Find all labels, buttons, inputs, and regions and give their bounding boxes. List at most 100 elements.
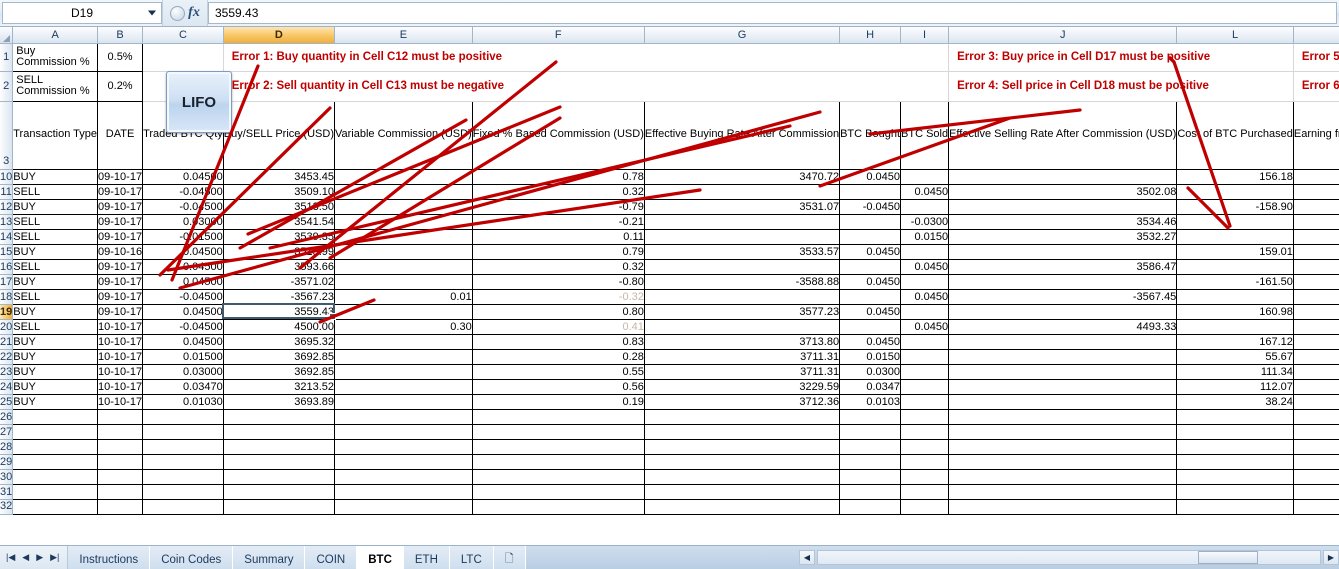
cell-E25[interactable] (334, 393, 473, 410)
cell-H28[interactable] (839, 438, 902, 455)
column-header-I[interactable]: I (900, 27, 950, 44)
cell-B18[interactable]: 09-10-17 (97, 288, 144, 305)
cell-G26[interactable] (643, 408, 841, 425)
row-header-21[interactable]: 21 (0, 334, 14, 350)
cell-M21[interactable] (1292, 333, 1339, 350)
cell-A2-sell-commission-label[interactable]: SELL Commission % (12, 70, 99, 102)
cell-E14[interactable] (334, 228, 473, 245)
cell-M29[interactable] (1292, 453, 1339, 470)
cell-M19[interactable] (1292, 303, 1339, 320)
cell-H21[interactable]: 0.0450 (839, 333, 902, 350)
cell-I14[interactable]: 0.0150 (900, 228, 950, 245)
cell-H14[interactable] (839, 228, 902, 245)
cell-H18[interactable] (839, 288, 902, 305)
chevron-down-icon[interactable] (148, 10, 156, 16)
cell-D24[interactable]: 3213.52 (222, 378, 336, 395)
cell-E11[interactable] (334, 183, 473, 200)
header-date[interactable]: DATE (97, 100, 144, 170)
scrollbar-thumb[interactable] (1198, 550, 1258, 564)
cell-A30[interactable] (12, 468, 99, 485)
cell-D16[interactable]: 3593.66 (222, 258, 336, 275)
cell-A27[interactable] (12, 423, 99, 440)
header-variable-commission[interactable]: Variable Commission (USD) (334, 100, 473, 170)
cell-C32[interactable] (142, 498, 224, 515)
cell-J21[interactable] (948, 333, 1178, 350)
cell-F26[interactable] (471, 408, 645, 425)
cell-M16[interactable]: 161.39 (1292, 258, 1339, 275)
column-header-M[interactable]: M (1293, 27, 1339, 44)
cell-J17[interactable] (948, 273, 1178, 290)
cell-C24[interactable]: 0.03470 (142, 378, 224, 395)
name-box[interactable]: D19 (2, 2, 162, 24)
cell-B11[interactable]: 09-10-17 (97, 183, 144, 200)
row-header-14[interactable]: 14 (0, 229, 14, 245)
cell-G25[interactable]: 3712.36 (643, 393, 841, 410)
row-header-12[interactable]: 12 (0, 199, 14, 215)
cell-M18[interactable]: -160.54 (1292, 288, 1339, 305)
empty-row[interactable]: 26 (0, 408, 1339, 425)
insert-function-circle-icon[interactable] (170, 5, 186, 21)
table-row[interactable]: 15 BUY 09-10-16 0.04500 3515.99 0.79 3533.57 0.… (0, 243, 1339, 260)
cell-E26[interactable] (334, 408, 473, 425)
header-effective-buying-rate[interactable]: Effective Buying Rate After Commission (643, 100, 841, 170)
row-header-20[interactable]: 20 (0, 319, 14, 335)
cell-H22[interactable]: 0.0150 (839, 348, 902, 365)
cell-H12[interactable]: -0.0450 (839, 198, 902, 215)
cell-A28[interactable] (12, 438, 99, 455)
cell-G13[interactable] (643, 213, 841, 230)
cell-M28[interactable] (1292, 438, 1339, 455)
cell-E27[interactable] (334, 423, 473, 440)
cell-B10[interactable]: 09-10-17 (97, 168, 144, 185)
cell-H27[interactable] (839, 423, 902, 440)
cell-G19[interactable]: 3577.23 (643, 303, 841, 320)
table-row[interactable]: 22 BUY 10-10-17 0.01500 3692.85 0.28 3711.31 0.… (0, 348, 1339, 365)
cell-H19[interactable]: 0.0450 (839, 303, 902, 320)
column-header-C[interactable]: C (142, 27, 224, 44)
sheet-tab-instructions[interactable]: Instructions (68, 546, 151, 569)
cell-D30[interactable] (222, 468, 336, 485)
cell-L30[interactable] (1176, 468, 1294, 485)
cell-J23[interactable] (948, 363, 1178, 380)
cell-C11[interactable]: -0.04500 (142, 183, 224, 200)
cell-L32[interactable] (1176, 498, 1294, 515)
row-header-26[interactable]: 26 (0, 409, 14, 425)
cell-F14[interactable]: 0.11 (471, 228, 645, 245)
cell-A31[interactable] (12, 483, 99, 500)
cell-B29[interactable] (97, 453, 144, 470)
cell-I32[interactable] (900, 498, 950, 515)
row-header-32[interactable]: 32 (0, 499, 14, 515)
cell-D11[interactable]: 3509.10 (222, 183, 336, 200)
cell-H15[interactable]: 0.0450 (839, 243, 902, 260)
table-row[interactable]: 14 SELL 09-10-17 -0.01500 3539.35 0.11 0.0150 3… (0, 228, 1339, 245)
cell-I17[interactable] (900, 273, 950, 290)
cell-M13[interactable]: -106.03 (1292, 213, 1339, 230)
cell-B16[interactable]: 09-10-17 (97, 258, 144, 275)
cell-D22[interactable]: 3692.85 (222, 348, 336, 365)
cell-H17[interactable]: 0.0450 (839, 273, 902, 290)
cell-L28[interactable] (1176, 438, 1294, 455)
table-row[interactable]: 24 BUY 10-10-17 0.03470 3213.52 0.56 3229.59 0.… (0, 378, 1339, 395)
cell-H25[interactable]: 0.0103 (839, 393, 902, 410)
cell-G30[interactable] (643, 468, 841, 485)
cell-J12[interactable] (948, 198, 1178, 215)
sheet-tab-btc[interactable]: BTC (357, 546, 404, 569)
cell-E18[interactable]: 0.01 (334, 288, 473, 305)
header-cost-of-btc-purchased[interactable]: Cost of BTC Purchased (1176, 100, 1294, 170)
cell-D28[interactable] (222, 438, 336, 455)
cell-C10[interactable]: 0.04500 (142, 168, 224, 185)
cell-M30[interactable] (1292, 468, 1339, 485)
lifo-button[interactable]: LIFO (166, 71, 232, 133)
cell-H20[interactable] (839, 318, 902, 335)
table-row[interactable]: 23 BUY 10-10-17 0.03000 3692.85 0.55 3711.31 0.… (0, 363, 1339, 380)
header-btc-sold[interactable]: BTC Sold (900, 100, 950, 170)
cell-D20[interactable]: 4500.00 (222, 318, 336, 335)
cell-C1-lifo-button-host[interactable] (142, 43, 224, 72)
cell-A12[interactable]: BUY (12, 198, 99, 215)
cell-C31[interactable] (142, 483, 224, 500)
cell-F31[interactable] (471, 483, 645, 500)
cell-A25[interactable]: BUY (12, 393, 99, 410)
cell-I18[interactable]: 0.0450 (900, 288, 950, 305)
cell-J16[interactable]: 3586.47 (948, 258, 1178, 275)
cell-C19[interactable]: 0.04500 (142, 303, 224, 320)
row-header-29[interactable]: 29 (0, 454, 14, 470)
